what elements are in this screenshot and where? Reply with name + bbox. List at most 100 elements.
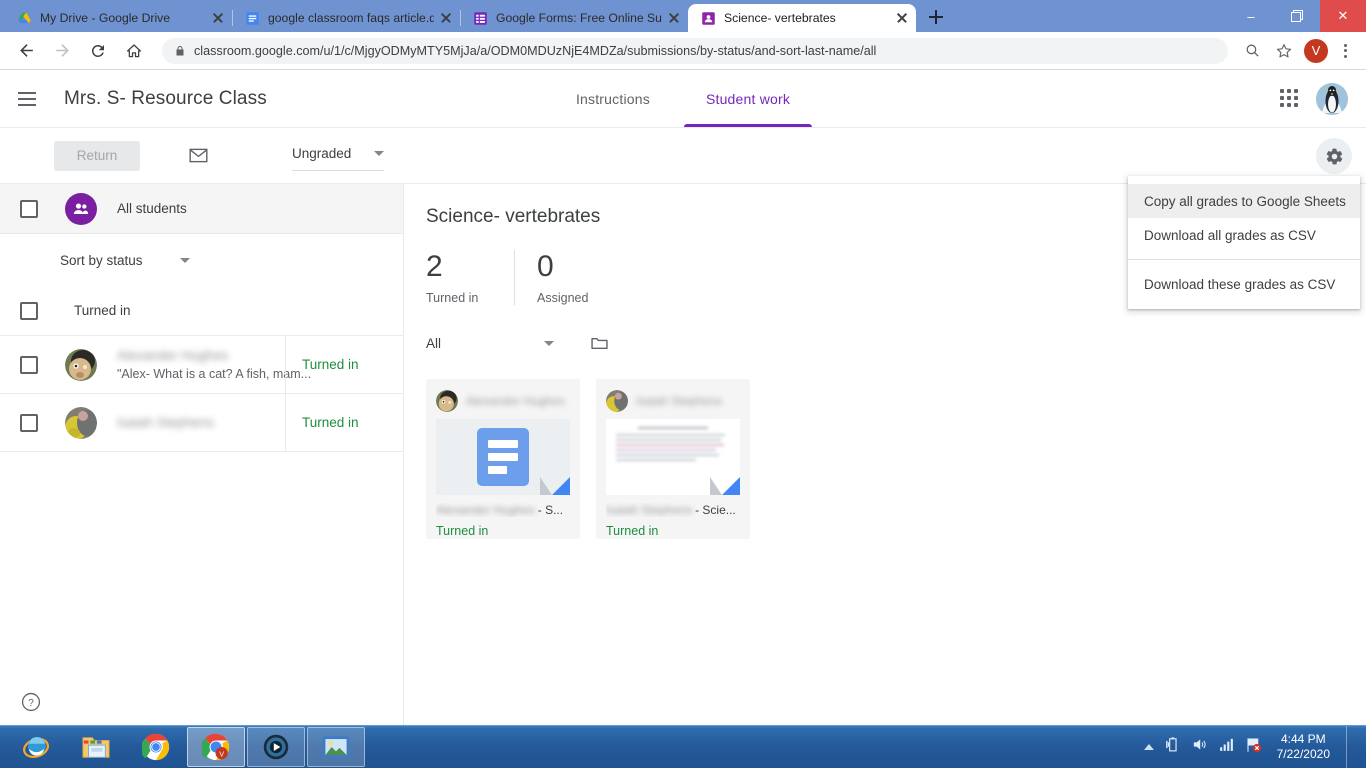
header-actions [1280,83,1348,115]
browser-tab-active[interactable]: Science- vertebrates [688,4,916,32]
action-center-flag-icon[interactable] [1245,736,1263,759]
card-thumbnail-document [606,419,740,495]
show-hidden-icons-icon[interactable] [1144,744,1154,750]
student-comment: "Alex- What is a cat? A fish, mam... [117,367,311,381]
settings-gear-button[interactable] [1316,138,1352,174]
close-icon[interactable] [894,10,910,26]
card-status: Turned in [436,524,570,538]
chrome-profile-avatar[interactable]: V [1304,39,1328,63]
student-info: Isaiah Stephens [117,414,285,432]
google-classroom-page: Mrs. S- Resource Class Instructions Stud… [0,71,1366,725]
browser-tab[interactable]: Google Forms: Free Online Surve [460,4,688,32]
submission-cards: Alexander Hughes Alexander Hughes - S... [426,379,1366,539]
chrome-menu-icon[interactable] [1332,37,1358,65]
taskbar-photo-viewer[interactable] [307,727,365,767]
close-icon[interactable] [210,10,226,26]
avatar [65,349,97,381]
avatar[interactable] [1316,83,1348,115]
home-icon[interactable] [119,36,149,66]
all-students-label: All students [117,201,187,216]
google-forms-icon [472,10,488,26]
taskbar-internet-explorer[interactable] [7,727,65,767]
taskbar-chrome[interactable] [127,727,185,767]
tab-instructions[interactable]: Instructions [548,71,678,127]
maximize-button[interactable] [1274,0,1320,32]
google-apps-icon[interactable] [1280,89,1300,109]
clock-date: 7/22/2020 [1277,747,1330,762]
browser-tab[interactable]: google classroom faqs article.doc [232,4,460,32]
google-drive-icon [16,10,32,26]
taskbar-clock[interactable]: 4:44 PM 7/22/2020 [1273,732,1330,762]
menu-icon[interactable] [18,87,42,111]
card-student-name: Isaiah Stephens [636,394,722,408]
forward-icon[interactable] [47,36,77,66]
new-tab-button[interactable] [922,3,950,31]
lock-icon [174,45,186,57]
submission-card[interactable]: Isaiah Stephens [596,379,750,539]
student-list-item[interactable]: Alexander Hughes "Alex- What is a cat? A… [0,336,403,394]
attachment-filter-value: All [426,336,441,351]
close-icon[interactable] [666,10,682,26]
volume-icon[interactable] [1191,736,1208,758]
tab-title: My Drive - Google Drive [40,4,206,32]
taskbar-chrome-active[interactable]: V [187,727,245,767]
signal-icon[interactable] [1218,736,1235,758]
bookmark-star-icon[interactable] [1270,37,1298,65]
minimize-button[interactable]: – [1228,0,1274,32]
windows-taskbar: V [0,725,1366,768]
student-list-sidebar: All students Sort by status Turned in [0,184,404,725]
menu-item-download-all-csv[interactable]: Download all grades as CSV [1128,218,1360,252]
grade-filter-dropdown[interactable]: Ungraded [292,141,384,171]
google-classroom-icon [700,10,716,26]
reload-icon[interactable] [83,36,113,66]
back-icon[interactable] [11,36,41,66]
status-group-label: Turned in [74,303,131,318]
email-icon[interactable] [180,138,216,174]
sort-by-dropdown[interactable]: Sort by status [60,246,190,274]
page-fold-shadow-icon [710,477,722,495]
document-preview-lines [616,427,730,464]
chevron-down-icon [544,341,554,346]
card-file-name: Alexander Hughes - S... [436,503,570,517]
student-checkbox[interactable] [20,414,38,432]
student-list-item[interactable]: Isaiah Stephens Turned in [0,394,403,452]
google-docs-icon [244,10,260,26]
student-name: Alexander Hughes [117,348,228,363]
card-file-name-student: Isaiah Stephens [606,503,692,517]
status-group-turned-in[interactable]: Turned in [0,286,403,336]
student-checkbox[interactable] [20,356,38,374]
all-students-group-icon [65,193,97,225]
all-students-checkbox[interactable] [20,200,38,218]
avatar [606,390,628,412]
chevron-down-icon [374,151,384,156]
taskbar-file-explorer[interactable] [67,727,125,767]
search-icon[interactable] [1238,37,1266,65]
close-icon[interactable] [438,10,454,26]
card-student-name: Alexander Hughes [466,394,565,408]
return-button[interactable]: Return [54,141,140,171]
battery-icon[interactable] [1164,736,1181,758]
folder-icon[interactable] [586,330,612,356]
menu-item-copy-grades-sheets[interactable]: Copy all grades to Google Sheets [1128,184,1360,218]
browser-tab[interactable]: My Drive - Google Drive [4,4,232,32]
settings-dropdown-menu: Copy all grades to Google Sheets Downloa… [1128,176,1360,309]
attachment-filter-dropdown[interactable]: All [426,329,554,357]
card-file-name-rest: - Scie... [695,503,736,517]
taskbar-media-player[interactable] [247,727,305,767]
tab-student-work[interactable]: Student work [678,71,818,127]
address-bar[interactable]: classroom.google.com/u/1/c/MjgyODMyMTY5M… [162,38,1228,64]
page-fold-shadow-icon [540,477,552,495]
submission-card[interactable]: Alexander Hughes Alexander Hughes - S... [426,379,580,539]
close-window-button[interactable]: ✕ [1320,0,1366,32]
url-text: classroom.google.com/u/1/c/MjgyODMyMTY5M… [194,44,876,58]
show-desktop-button[interactable] [1346,726,1356,769]
menu-item-download-these-csv[interactable]: Download these grades as CSV [1128,267,1360,301]
status-group-checkbox[interactable] [20,302,38,320]
help-icon[interactable]: ? [20,691,42,713]
sort-by-value: Sort by status [60,253,143,268]
svg-text:?: ? [28,698,34,709]
all-students-row[interactable]: All students [0,184,403,234]
tab-title: Science- vertebrates [724,4,890,32]
window-controls: – ✕ [1228,0,1366,32]
count-value: 0 [537,250,588,284]
